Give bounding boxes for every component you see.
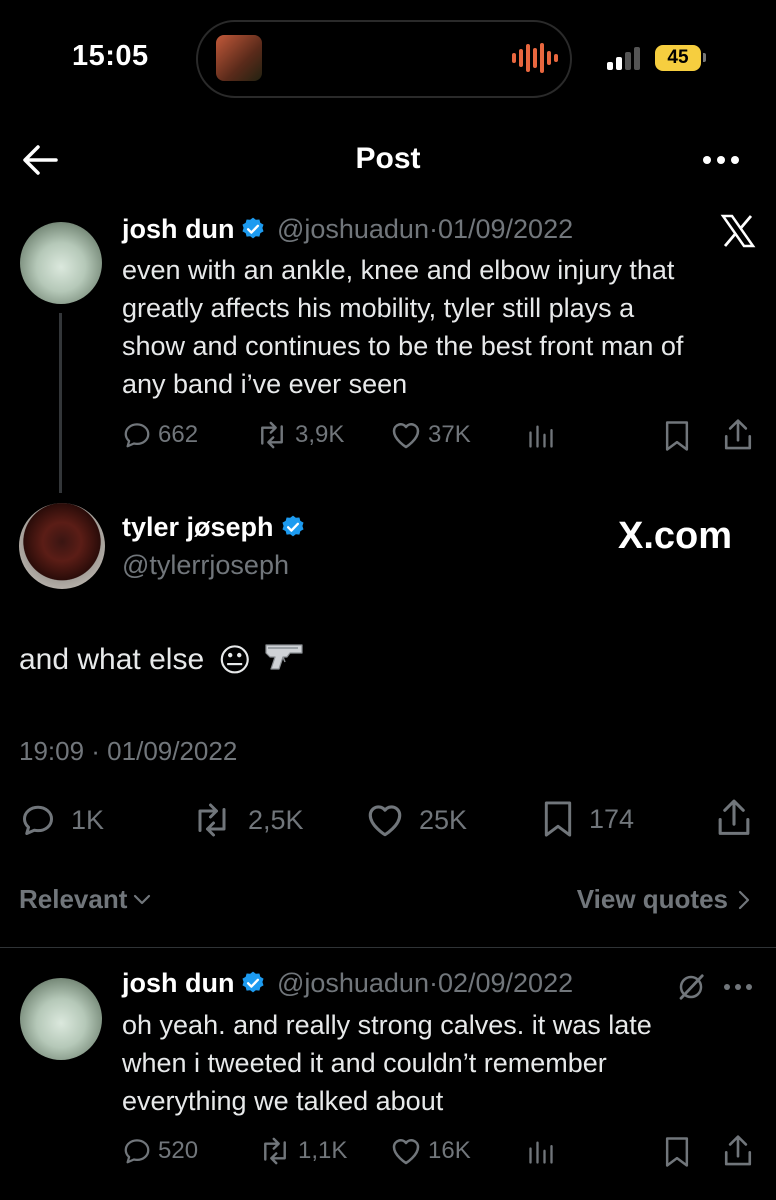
chevron-right-icon <box>738 890 750 909</box>
x-logo-icon <box>720 214 756 253</box>
tweet-header: josh dun @joshuadun·01/09/2022 <box>122 214 573 245</box>
verified-badge-icon <box>242 217 264 239</box>
more-options-icon[interactable] <box>722 980 754 998</box>
sort-label: Relevant <box>19 884 128 914</box>
tweet-header: tyler jøseph <box>122 512 306 543</box>
repost-icon <box>261 421 283 449</box>
bookmark-icon <box>544 801 572 837</box>
like-button[interactable]: 16K <box>390 1136 471 1166</box>
more-options-icon[interactable] <box>701 148 741 172</box>
bookmark-button[interactable]: 174 <box>541 800 634 838</box>
tweet-text-line: oh yeah. and really strong calves. it wa… <box>122 1010 652 1040</box>
repost-icon <box>264 1137 286 1165</box>
share-icon[interactable] <box>722 418 754 457</box>
repost-count: 2,5K <box>248 804 304 835</box>
separator: · <box>428 214 438 244</box>
avatar[interactable] <box>19 503 105 589</box>
neutral-face-emoji: 😐 <box>218 642 252 678</box>
verified-badge-icon <box>242 971 264 993</box>
tweet-date[interactable]: 01/09/2022 <box>438 214 573 244</box>
views-icon[interactable] <box>527 421 555 456</box>
grok-icon[interactable] <box>676 972 706 1007</box>
reply-count: 1K <box>71 804 105 835</box>
tweet-text-line: everything we talked about <box>122 1086 444 1116</box>
tweet-text: oh yeah. and really strong calves. it wa… <box>122 1006 652 1120</box>
reply-button[interactable]: 1K <box>19 802 104 838</box>
signal-icon <box>607 46 640 70</box>
reply-count: 662 <box>158 421 199 448</box>
audio-waveform-icon <box>512 42 558 74</box>
share-icon[interactable] <box>715 798 753 843</box>
author-handle[interactable]: @tylerrjoseph <box>122 550 289 581</box>
tweet-text-line: greatly affects his mobility, tyler stil… <box>122 293 635 323</box>
battery-icon: 45 <box>655 45 701 71</box>
pistol-emoji-icon <box>264 641 306 679</box>
share-icon[interactable] <box>722 1134 754 1173</box>
reply-icon <box>124 423 150 448</box>
author-name[interactable]: josh dun <box>122 968 234 998</box>
reply-count: 520 <box>158 1137 199 1164</box>
tweet-text-line: when i tweeted it and couldn’t remember <box>122 1048 607 1078</box>
reply-button[interactable]: 520 <box>122 1136 198 1166</box>
like-button[interactable]: 25K <box>365 802 467 838</box>
repost-button[interactable]: 2,5K <box>190 802 304 838</box>
now-playing-artwork[interactable] <box>216 35 262 81</box>
avatar[interactable] <box>20 978 102 1060</box>
main-tweet-text: and what else 😐 <box>19 641 306 679</box>
x-com-watermark: X.com <box>618 515 733 557</box>
status-time: 15:05 <box>72 40 149 72</box>
tweet-text-line: show and continues to be the best front … <box>122 331 684 361</box>
heart-icon <box>392 423 420 449</box>
bookmark-icon[interactable] <box>663 420 691 457</box>
like-count: 16K <box>428 1137 471 1164</box>
author-name[interactable]: tyler jøseph <box>122 512 274 542</box>
like-count: 25K <box>419 804 468 835</box>
like-button[interactable]: 37K <box>390 420 471 450</box>
divider <box>0 947 776 948</box>
repost-count: 3,9K <box>295 421 345 448</box>
view-quotes-link[interactable]: View quotes <box>577 884 750 915</box>
author-handle[interactable]: @joshuadun <box>277 214 429 244</box>
reply-icon <box>124 1139 150 1164</box>
repost-icon <box>198 803 226 837</box>
thread-line <box>59 313 62 493</box>
sort-dropdown[interactable]: Relevant <box>19 884 151 915</box>
tweet-text: and what else <box>19 643 205 676</box>
chevron-down-icon <box>134 894 151 904</box>
tweet-text: even with an ankle, knee and elbow injur… <box>122 251 683 403</box>
bookmark-icon[interactable] <box>663 1136 691 1173</box>
tweet-text-line: even with an ankle, knee and elbow injur… <box>122 255 675 285</box>
repost-button[interactable]: 3,9K <box>255 420 344 450</box>
view-quotes-label: View quotes <box>576 884 728 914</box>
separator: · <box>428 968 438 998</box>
page-title: Post <box>355 142 421 175</box>
tweet-text-line: any band i’ve ever seen <box>122 369 408 399</box>
like-count: 37K <box>428 421 471 448</box>
tweet-timestamp[interactable]: 19:09 · 01/09/2022 <box>19 736 237 767</box>
battery-cap <box>703 53 706 62</box>
author-handle[interactable]: @joshuadun <box>277 968 429 998</box>
views-icon[interactable] <box>527 1137 555 1172</box>
avatar[interactable] <box>20 222 102 304</box>
repost-count: 1,1K <box>298 1137 348 1164</box>
heart-icon <box>368 805 402 837</box>
reply-button[interactable]: 662 <box>122 420 198 450</box>
verified-badge-icon <box>282 515 304 537</box>
tweet-header: josh dun @joshuadun·02/09/2022 <box>122 968 573 999</box>
repost-button[interactable]: 1,1K <box>258 1136 347 1166</box>
bookmark-count: 174 <box>589 803 635 834</box>
author-name[interactable]: josh dun <box>122 214 234 244</box>
tweet-date[interactable]: 02/09/2022 <box>438 968 573 998</box>
reply-icon <box>23 805 53 835</box>
heart-icon <box>392 1139 420 1165</box>
